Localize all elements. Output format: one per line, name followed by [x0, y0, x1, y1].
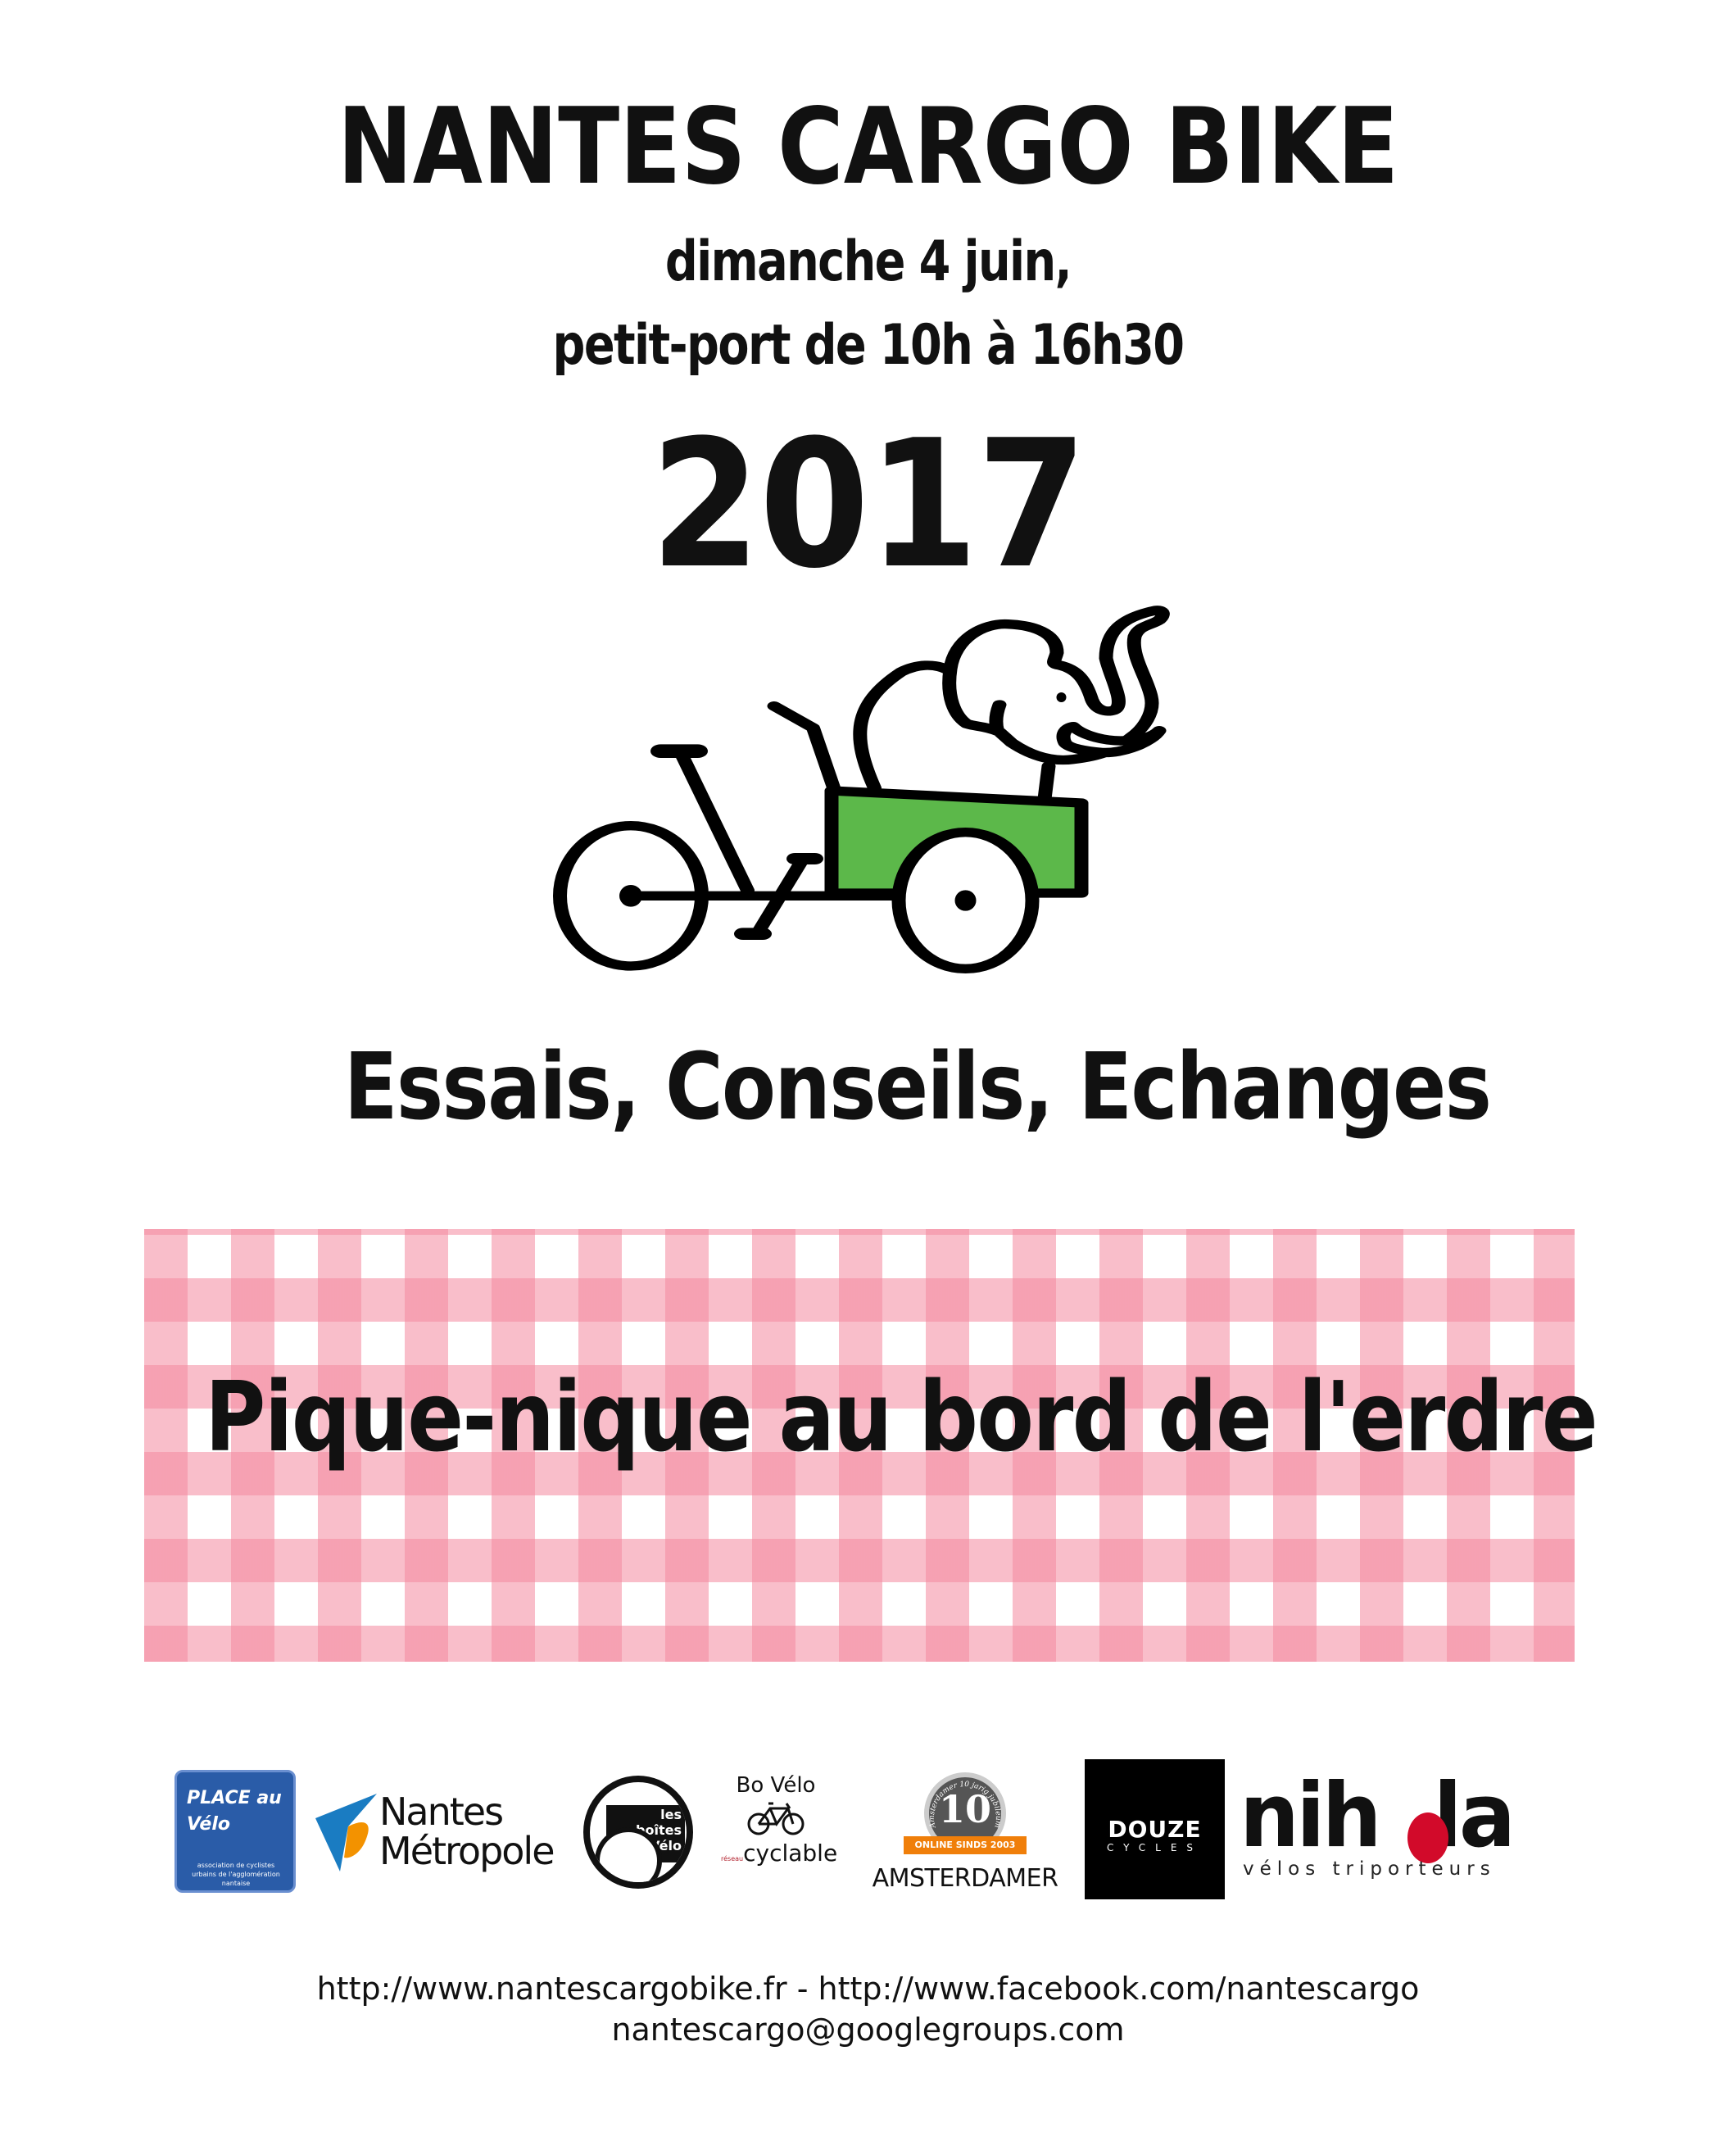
logo-amsterdamer: Amsterdamer 10 jarig jubileum 10 ONLINE …: [867, 1772, 1063, 1895]
logo-douze-name: DOUZE: [1108, 1816, 1202, 1843]
logo-nantes-metropole-line1: Nantes: [379, 1790, 504, 1834]
logo-place-au-velo-sub: association de cyclistes urbains de l'ag…: [192, 1862, 280, 1887]
tagline: Essais, Conseils, Echanges: [343, 1034, 1492, 1141]
footer-links[interactable]: http://www.nantescargobike.fr - http://w…: [0, 1971, 1736, 2007]
logo-boites-a-velo: les boîtes à Vélo: [583, 1776, 693, 1889]
logo-bo-velo: Bo Vélo réseaucyclable: [721, 1772, 837, 1887]
badge-number: 10: [938, 1787, 991, 1831]
logo-amsterdamer-name: AMSTERDAMER: [872, 1864, 1058, 1893]
event-title: NANTES CARGO BIKE: [337, 86, 1399, 208]
logo-bo-velo-name: Bo Vélo: [736, 1773, 816, 1798]
logo-nihola-name: nihola: [1240, 1765, 1516, 1867]
logo-nantes-metropole-line2: Métropole: [379, 1829, 555, 1873]
cargo-bike-with-elephant-icon: [553, 606, 1170, 973]
logo-place-au-velo-name: PLACE au Vélo: [187, 1788, 282, 1835]
logo-place-au-velo: PLACE au Vélo association de cyclistes u…: [175, 1770, 296, 1893]
nihola-red-dot-icon: [1407, 1812, 1448, 1863]
logo-nihola: nihola vélos triporteurs: [1240, 1762, 1544, 1897]
logo-douze-cycles: DOUZE CYCLES: [1085, 1759, 1225, 1899]
event-place-time: petit-port de 10h à 16h30: [552, 313, 1185, 378]
bicycle-icon: [747, 1802, 805, 1835]
footer-email[interactable]: nantescargo@googlegroups.com: [0, 2012, 1736, 2048]
logo-cyclable-prefix: réseau: [721, 1855, 744, 1862]
event-date: dimanche 4 juin,: [664, 229, 1072, 294]
logo-cyclable-name: cyclable: [743, 1840, 838, 1867]
badge-ribbon: ONLINE SINDS 2003: [904, 1836, 1027, 1854]
event-year: 2017: [650, 402, 1087, 607]
logo-nihola-sub: vélos triporteurs: [1243, 1858, 1496, 1880]
picnic-text: Pique-nique au bord de l'erdre: [205, 1360, 1598, 1473]
nantes-metropole-star-icon: [315, 1794, 377, 1871]
logo-nantes-metropole: Nantes Métropole: [315, 1792, 569, 1878]
logo-douze-sub: CYCLES: [1106, 1842, 1203, 1853]
